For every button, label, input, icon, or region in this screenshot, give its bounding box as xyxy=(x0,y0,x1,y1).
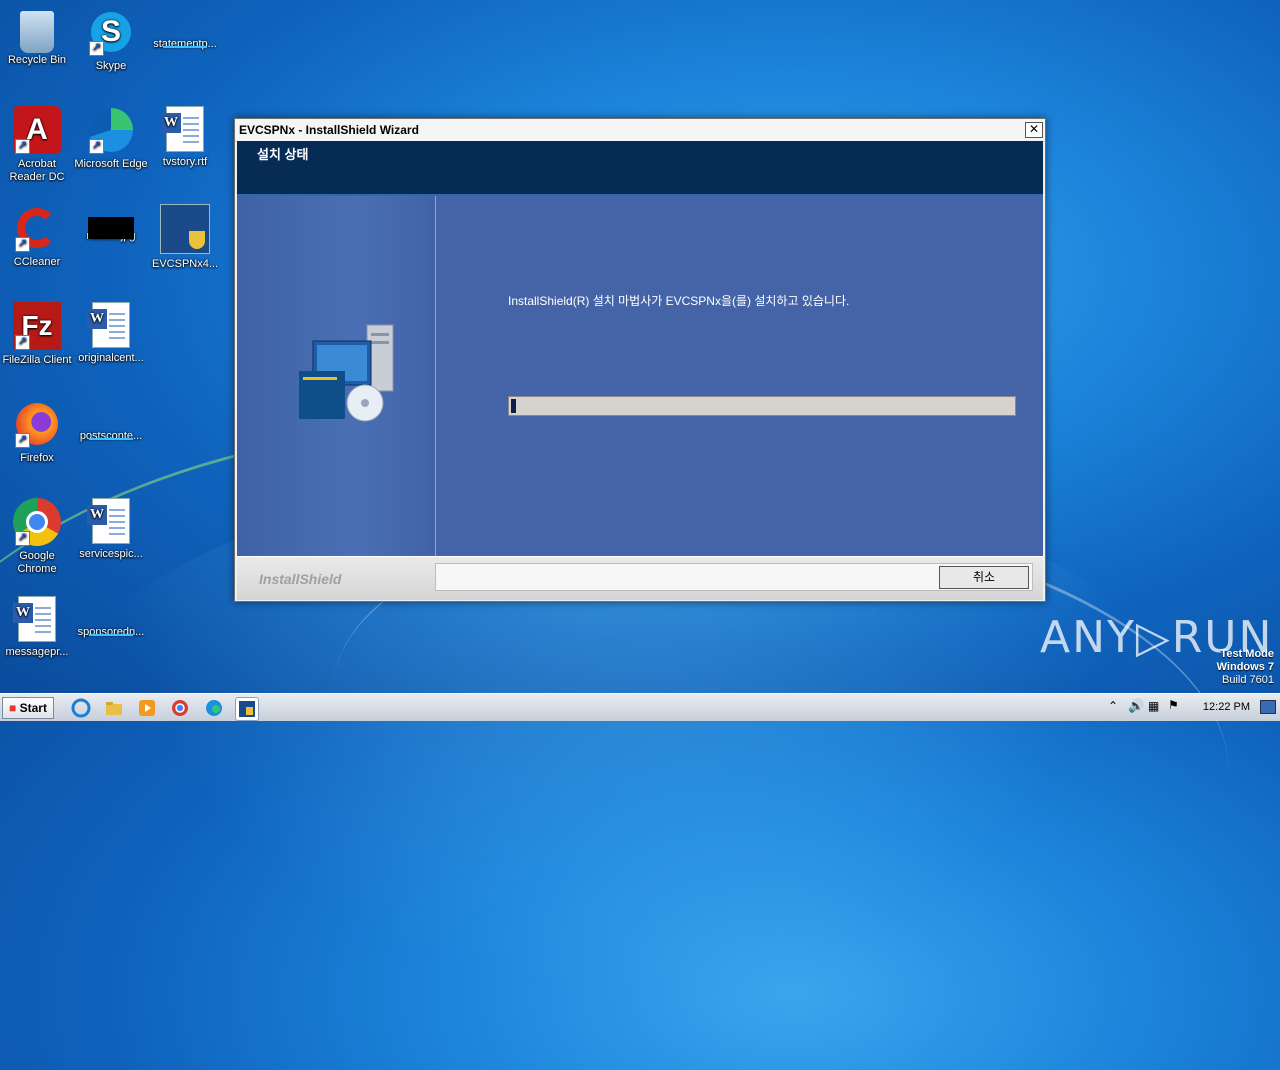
progress-fill xyxy=(511,399,516,413)
start-button[interactable]: ■ Start xyxy=(2,697,54,719)
desktop-icon-label: originalcent... xyxy=(78,352,144,364)
installshield-brand: InstallShield xyxy=(259,571,342,587)
install-progress-bar xyxy=(508,396,1016,416)
chrome-icon xyxy=(172,700,188,716)
test-mode-line: Test Mode xyxy=(1220,648,1274,660)
media-player-icon xyxy=(139,700,155,716)
installshield-window[interactable]: EVCSPNx - InstallShield Wizard ✕ 설치 상태 I… xyxy=(234,118,1046,602)
wizard-side-panel xyxy=(237,196,436,556)
volume-icon[interactable]: 🔊 xyxy=(1128,698,1144,714)
desktop-icon-label: CCleaner xyxy=(13,256,61,268)
network-icon[interactable]: ▦ xyxy=(1148,699,1159,713)
taskbar-ie[interactable] xyxy=(70,697,92,719)
taskbar-media-player[interactable] xyxy=(136,697,158,719)
start-label: Start xyxy=(19,701,47,715)
desktop-icon-label: Skype xyxy=(95,60,127,72)
desktop-icon-evcspnx[interactable]: EVCSPNx4... xyxy=(148,204,222,271)
desktop-icon-label: Firefox xyxy=(20,452,54,464)
desktop-icon-chrome[interactable]: ↗ Google Chrome xyxy=(0,498,74,576)
recycle-bin-icon xyxy=(20,11,54,53)
edge-icon xyxy=(206,700,222,716)
desktop-icon-label: Microsoft Edge xyxy=(74,158,148,170)
taskbar-chrome[interactable] xyxy=(169,697,191,719)
taskbar: ■ Start ⌃ 🔊 ▦ ⚑ 12:22 PM xyxy=(0,693,1280,721)
desktop-icon-servicespic[interactable]: W servicespic... xyxy=(74,498,148,561)
test-mode-notice: Test Mode Windows 7 Build 7601 xyxy=(1217,648,1274,687)
desktop-icon-skype[interactable]: S ↗ Skype xyxy=(74,8,148,73)
computer-install-illustration xyxy=(299,324,394,422)
taskbar-installer[interactable] xyxy=(235,697,259,721)
skype-icon: S ↗ xyxy=(87,8,135,56)
installer-icon xyxy=(160,204,210,254)
desktop-icon-firefox[interactable]: ↗ Firefox xyxy=(0,400,74,465)
word-doc-icon: W xyxy=(161,106,204,152)
word-doc-icon: W xyxy=(87,302,130,348)
ie-icon xyxy=(71,698,91,718)
taskbar-edge[interactable] xyxy=(203,697,225,719)
ccleaner-icon: ↗ xyxy=(13,204,61,252)
desktop-icon-edge[interactable]: ↗ Microsoft Edge xyxy=(74,106,148,171)
word-doc-icon: W xyxy=(87,498,130,544)
close-button[interactable]: ✕ xyxy=(1025,122,1043,138)
desktop-icon-sponsoredn[interactable]: sponsoredn... xyxy=(74,596,148,639)
edge-icon: ↗ xyxy=(87,106,135,154)
wizard-footer: InstallShield 취소 xyxy=(237,556,1043,600)
chrome-icon: ↗ xyxy=(13,498,61,546)
desktop-icon-label: servicespic... xyxy=(79,548,143,560)
desktop-icon-tvstory[interactable]: W tvstory.rtf xyxy=(148,106,222,169)
desktop-icon-filezilla[interactable]: Fz ↗ FileZilla Client xyxy=(0,302,74,367)
desktop-icon-label: Google Chrome xyxy=(17,550,57,575)
image-file-icon xyxy=(88,217,134,239)
filezilla-icon: Fz ↗ xyxy=(13,302,61,350)
wizard-main-panel: InstallShield(R) 설치 마법사가 EVCSPNx을(를) 설치하… xyxy=(436,196,1043,556)
desktop-icon-label: messagepr... xyxy=(5,646,69,658)
desktop-icon-postsconte[interactable]: postsconte... xyxy=(74,400,148,443)
desktop-icon-label: Acrobat Reader DC xyxy=(9,158,65,183)
cancel-button[interactable]: 취소 xyxy=(939,566,1029,589)
file-icon xyxy=(89,610,133,636)
desktop-icon-ccleaner[interactable]: ↗ CCleaner xyxy=(0,204,74,269)
taskbar-explorer[interactable] xyxy=(103,697,125,719)
show-hidden-icons-icon[interactable]: ⌃ xyxy=(1108,699,1118,713)
windows-version-line: Windows 7 xyxy=(1216,661,1274,673)
window-title: EVCSPNx - InstallShield Wizard xyxy=(239,123,419,137)
file-icon xyxy=(163,22,207,48)
desktop-icon-recycle-bin[interactable]: Recycle Bin xyxy=(0,8,74,67)
show-desktop-icon[interactable] xyxy=(1260,700,1276,714)
desktop-icon-ncless[interactable]: ncless.jpg xyxy=(74,204,148,243)
desktop-icon-label: Recycle Bin xyxy=(7,54,67,66)
desktop-icon-label: FileZilla Client xyxy=(2,354,72,366)
clock[interactable]: 12:22 PM xyxy=(1203,701,1250,713)
acrobat-icon: A ↗ xyxy=(13,106,61,154)
header-title: 설치 상태 xyxy=(257,147,309,162)
window-titlebar[interactable]: EVCSPNx - InstallShield Wizard ✕ xyxy=(235,119,1045,142)
status-message: InstallShield(R) 설치 마법사가 EVCSPNx을(를) 설치하… xyxy=(508,294,850,308)
desktop-icon-label: tvstory.rtf xyxy=(162,156,208,168)
desktop-icon-originalcent[interactable]: W originalcent... xyxy=(74,302,148,365)
desktop-icon-messagepr[interactable]: W messagepr... xyxy=(0,596,74,659)
desktop-icon-acrobat[interactable]: A ↗ Acrobat Reader DC xyxy=(0,106,74,184)
file-icon xyxy=(89,414,133,440)
wizard-header: 설치 상태 xyxy=(237,141,1043,196)
desktop-icon-label: EVCSPNx4... xyxy=(151,258,219,270)
desktop-icon-statement[interactable]: statementp... xyxy=(148,8,222,51)
installer-icon xyxy=(239,701,255,717)
action-center-flag-icon[interactable]: ⚑ xyxy=(1168,698,1179,712)
windows-logo-icon: ■ xyxy=(9,701,17,715)
firefox-icon: ↗ xyxy=(13,400,61,448)
explorer-icon xyxy=(106,702,122,715)
system-tray: ⌃ 🔊 ▦ ⚑ 12:22 PM xyxy=(1100,694,1280,721)
build-line: Build 7601 xyxy=(1222,674,1274,686)
word-doc-icon: W xyxy=(13,596,56,642)
